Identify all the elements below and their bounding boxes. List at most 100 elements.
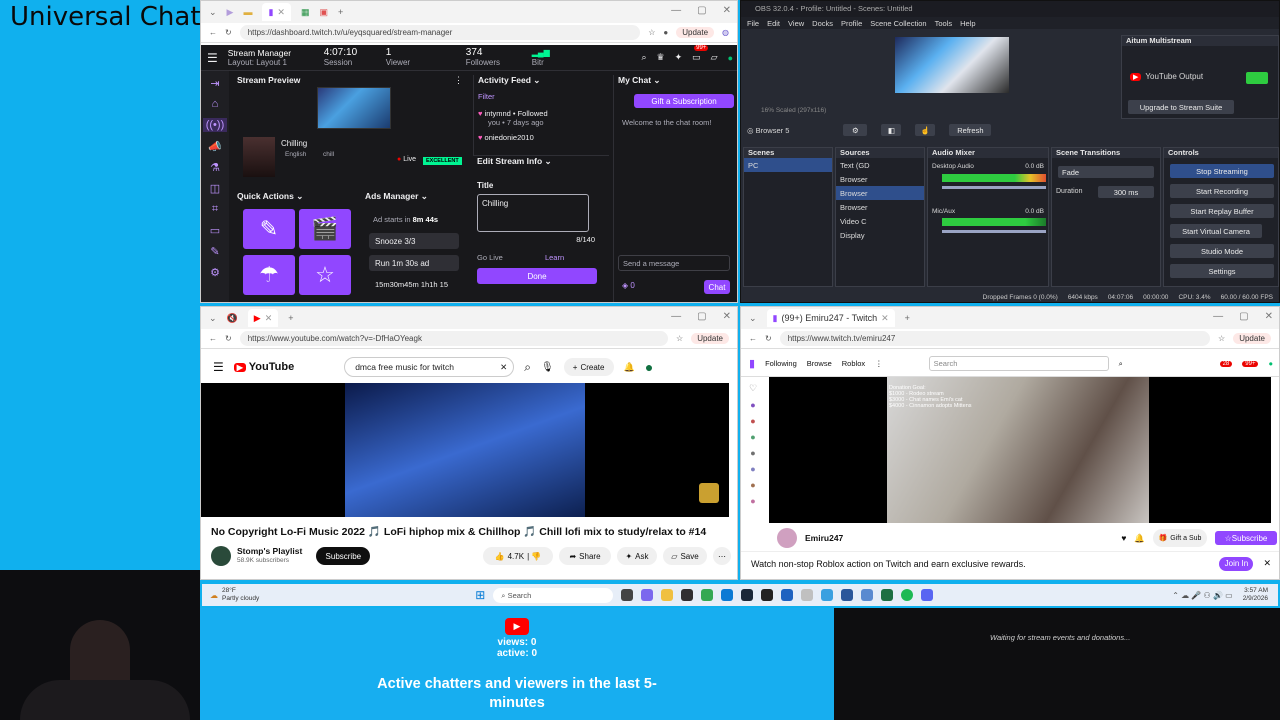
channel-avatar[interactable]: ●: [750, 432, 755, 442]
weather-icon[interactable]: ☁: [210, 591, 218, 600]
tab-icon-1[interactable]: ▶: [227, 7, 234, 18]
channel-avatar[interactable]: ●: [750, 400, 755, 410]
search-icon[interactable]: ⌕: [1119, 359, 1123, 369]
share-button[interactable]: ➦ Share: [559, 547, 611, 565]
channel-avatar[interactable]: ●: [750, 416, 755, 426]
clip-action-button[interactable]: 🎬: [299, 209, 351, 249]
run-ad-button[interactable]: Run 1m 30s ad: [369, 255, 459, 271]
collapse-icon[interactable]: ⇥: [210, 77, 219, 90]
tab-icon-sheets[interactable]: ▦: [301, 7, 310, 18]
activity-item[interactable]: ♥ intymnd • Followed you • 7 days ago: [478, 109, 609, 127]
output-toggle[interactable]: [1246, 72, 1268, 84]
channel-name[interactable]: Stomp's Playlist: [237, 546, 302, 556]
channel-avatar[interactable]: ●: [750, 480, 755, 490]
spotify-icon[interactable]: [901, 589, 914, 601]
volume-slider[interactable]: [942, 230, 1046, 233]
nav-roblox[interactable]: Roblox: [842, 359, 865, 368]
menu-scene-collection[interactable]: Scene Collection: [870, 19, 926, 28]
crown-icon[interactable]: ♛: [657, 52, 665, 63]
steam-icon[interactable]: [741, 589, 754, 601]
activity-item[interactable]: ♥ oniedonie2010: [478, 133, 609, 142]
back-icon[interactable]: ←: [209, 28, 217, 37]
interact-button[interactable]: ☝: [915, 124, 936, 136]
chill-tag[interactable]: chill: [323, 151, 334, 158]
clear-icon[interactable]: ✕: [500, 362, 507, 373]
stream-player[interactable]: Donation Goal: $1000 - Rodeo stream $300…: [769, 377, 1271, 523]
tab-icon-2[interactable]: ▬: [243, 7, 252, 17]
mic-icon[interactable]: 🎙: [541, 362, 554, 373]
update-button[interactable]: Update: [691, 333, 729, 344]
close-icon[interactable]: ✕: [1265, 311, 1273, 322]
learn-link[interactable]: Learn: [545, 253, 564, 262]
bell-icon[interactable]: 🔔: [624, 362, 635, 373]
filters-button[interactable]: ◧: [881, 124, 902, 136]
search-input[interactable]: dmca free music for twitch ✕: [344, 357, 515, 377]
nav-following[interactable]: Following: [765, 359, 797, 368]
copilot-icon[interactable]: [641, 589, 654, 601]
vpn-icon[interactable]: [781, 589, 794, 601]
star-icon[interactable]: ☆: [1218, 334, 1225, 343]
tab-twitch-emiru[interactable]: ▮ (99+) Emiru247 - Twitch ✕: [766, 309, 895, 327]
app-icon[interactable]: [861, 589, 874, 601]
new-tab-icon[interactable]: +: [338, 7, 343, 17]
menu-edit[interactable]: Edit: [767, 19, 780, 28]
task-view-icon[interactable]: [621, 589, 634, 601]
more-icon[interactable]: ⋮: [875, 359, 883, 368]
close-banner-icon[interactable]: ✕: [1263, 558, 1271, 569]
source-item[interactable]: Browser: [836, 172, 924, 186]
gift-subscription-button[interactable]: Gift a Subscription: [634, 94, 734, 108]
title-input[interactable]: Chilling: [477, 194, 589, 232]
activity-feed-title[interactable]: Activity Feed ⌄: [478, 75, 609, 86]
url-field[interactable]: https://www.youtube.com/watch?v=-DfHaOYe…: [239, 331, 669, 346]
tab-icon-5[interactable]: ▣: [319, 7, 328, 18]
like-button[interactable]: 👍 4.7K | 👎: [483, 547, 553, 565]
app-icon[interactable]: [801, 589, 814, 601]
hamburger-icon[interactable]: ☰: [213, 360, 224, 374]
settings-button[interactable]: Settings: [1170, 264, 1274, 278]
taskbar-search[interactable]: ⌕ Search: [493, 587, 614, 603]
notify-bell-icon[interactable]: 🔔: [1134, 533, 1145, 544]
avatar[interactable]: ●: [645, 359, 653, 375]
minimize-icon[interactable]: —: [671, 5, 681, 16]
notification-badge[interactable]: 28: [1219, 360, 1233, 367]
menu-tools[interactable]: Tools: [935, 19, 953, 28]
duration-input[interactable]: 300 ms: [1098, 186, 1154, 198]
tab-twitch-dashboard[interactable]: ▮ ✕: [262, 3, 291, 21]
studio-mode-button[interactable]: Studio Mode: [1170, 244, 1274, 258]
settings-icon[interactable]: ⚙: [210, 266, 220, 279]
streamer-avatar[interactable]: [777, 528, 797, 548]
tab-youtube[interactable]: ▶ ✕: [247, 309, 279, 327]
new-tab-icon[interactable]: +: [288, 313, 293, 323]
refresh-button[interactable]: Refresh: [949, 124, 992, 136]
avatar[interactable]: ●: [1268, 359, 1273, 368]
edge-icon[interactable]: [721, 589, 734, 601]
update-button[interactable]: Update: [676, 27, 715, 38]
star-icon[interactable]: ☆: [676, 334, 683, 343]
source-item[interactable]: Text (GD: [836, 158, 924, 172]
search-input[interactable]: Search: [928, 356, 1109, 371]
more-options-icon[interactable]: ⋮: [454, 75, 463, 86]
start-recording-button[interactable]: Start Recording: [1170, 184, 1274, 198]
copilot-icon[interactable]: ◍: [722, 28, 729, 37]
tools-icon[interactable]: ✎: [210, 245, 219, 258]
notifications-icon[interactable]: ▭ 99+: [692, 45, 709, 63]
ads-manager-title[interactable]: Ads Manager ⌄: [365, 191, 469, 202]
heart-icon[interactable]: ♡: [749, 383, 757, 394]
source-item[interactable]: Video C: [836, 214, 924, 228]
video-player[interactable]: [201, 383, 729, 517]
chat-bubble-icon[interactable]: ▱: [711, 52, 718, 63]
app-icon[interactable]: [841, 589, 854, 601]
source-item[interactable]: Browser: [836, 186, 924, 200]
streamer-name[interactable]: Emiru247: [805, 533, 843, 543]
chrome-icon[interactable]: [701, 589, 714, 601]
avatar[interactable]: ●: [728, 53, 733, 63]
chat-title[interactable]: My Chat ⌄: [618, 75, 735, 86]
close-icon[interactable]: ✕: [723, 5, 731, 16]
save-button[interactable]: ▱ Save: [663, 547, 707, 565]
profile-icon[interactable]: ●: [663, 28, 668, 37]
edit-stream-info-title[interactable]: Edit Stream Info ⌄: [477, 156, 609, 167]
create-button[interactable]: + Create: [563, 358, 614, 376]
channel-avatar[interactable]: ●: [750, 464, 755, 474]
language-tag[interactable]: English: [285, 151, 306, 158]
filter-link[interactable]: Filter: [478, 92, 609, 101]
